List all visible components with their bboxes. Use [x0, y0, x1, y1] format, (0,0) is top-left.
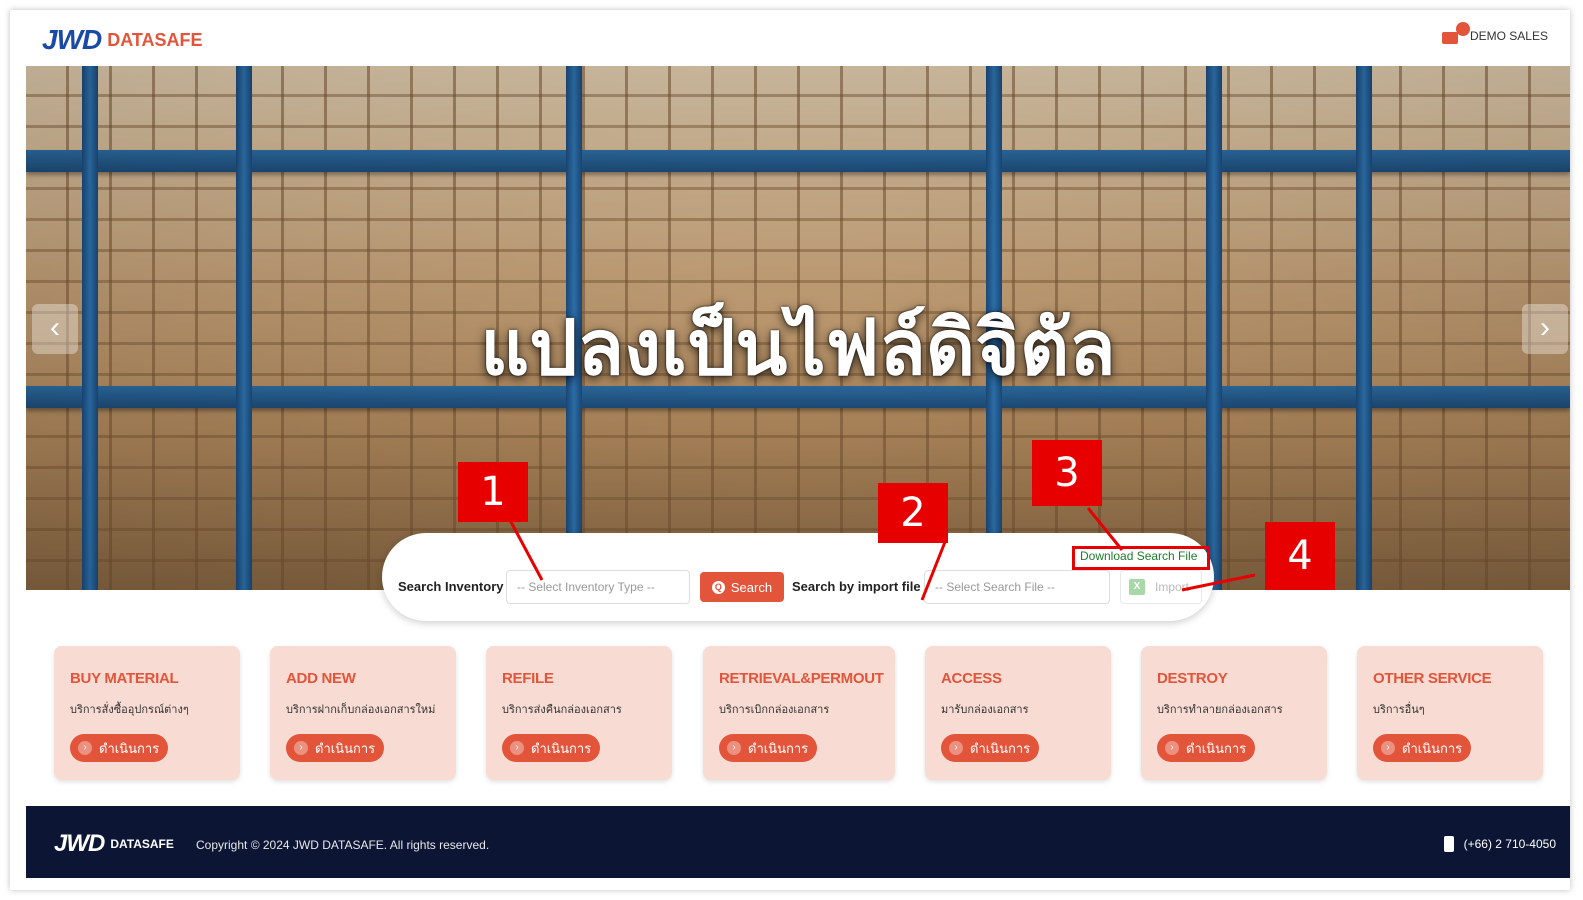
- card-action-button[interactable]: › ดำเนินการ: [502, 734, 600, 762]
- inventory-type-select[interactable]: -- Select Inventory Type --: [506, 570, 690, 604]
- search-icon: Q: [711, 580, 725, 594]
- contact-phone[interactable]: (+66) 2 710-4050: [1443, 836, 1556, 852]
- card-description: บริการเบิกกล่องเอกสาร: [719, 704, 830, 716]
- chevron-right-icon: ›: [510, 741, 524, 755]
- import-button[interactable]: X Import: [1120, 570, 1202, 604]
- search-by-import-label: Search by import file: [792, 579, 921, 594]
- footer-logo-text: DATASAFE: [110, 837, 174, 851]
- annotation-number-3: 3: [1032, 440, 1102, 506]
- user-menu[interactable]: DEMO SALES: [1440, 22, 1548, 46]
- hero-headline: แปลงเป็นไฟล์ดิจิตัล: [480, 303, 1116, 392]
- chevron-right-icon: ›: [294, 741, 308, 755]
- top-header: JWD DATASAFE DEMO SALES: [10, 10, 1570, 66]
- copyright-text: Copyright © 2024 JWD DATASAFE. All right…: [196, 838, 490, 852]
- chevron-right-icon: ›: [1381, 741, 1395, 755]
- card-title: ACCESS: [941, 670, 1002, 687]
- annotation-number-2: 2: [878, 483, 948, 543]
- page-frame: JWD DATASAFE DEMO SALES แปลงเป็นไฟล์ดิจิ…: [10, 10, 1570, 890]
- logo-text: DATASAFE: [107, 29, 203, 50]
- logo-mark: JWD: [42, 24, 102, 55]
- card-action-label: ดำเนินการ: [531, 740, 592, 756]
- search-inventory-label: Search Inventory: [398, 579, 504, 594]
- card-title: ADD NEW: [286, 670, 356, 687]
- service-card-refile: REFILE บริการส่งคืนกล่องเอกสาร › ดำเนินกา…: [486, 646, 672, 780]
- card-action-button[interactable]: › ดำเนินการ: [941, 734, 1039, 762]
- card-action-label: ดำเนินการ: [970, 740, 1031, 756]
- import-button-label: Import: [1155, 580, 1190, 594]
- card-action-button[interactable]: › ดำเนินการ: [70, 734, 168, 762]
- service-card-other-service: OTHER SERVICE บริการอื่นๆ › ดำเนินการ: [1357, 646, 1543, 780]
- chevron-right-icon: ›: [1165, 741, 1179, 755]
- card-description: บริการฝากเก็บกล่องเอกสารใหม่: [286, 704, 436, 716]
- chevron-right-icon: ›: [949, 741, 963, 755]
- card-title: BUY MATERIAL: [70, 670, 179, 687]
- card-title: DESTROY: [1157, 670, 1228, 687]
- service-card-add-new: ADD NEW บริการฝากเก็บกล่องเอกสารใหม่ › ดำ…: [270, 646, 456, 780]
- service-card-retrieval: RETRIEVAL&PERMOUT บริการเบิกกล่องเอกสาร …: [703, 646, 895, 780]
- phone-number: (+66) 2 710-4050: [1463, 837, 1556, 851]
- cart-icon[interactable]: [1440, 22, 1470, 46]
- card-action-label: ดำเนินการ: [1402, 740, 1463, 756]
- chevron-right-icon: ›: [78, 741, 92, 755]
- page-footer: JWD DATASAFE Copyright © 2024 JWD DATASA…: [26, 806, 1570, 878]
- card-action-label: ดำเนินการ: [748, 740, 809, 756]
- card-description: บริการอื่นๆ: [1373, 704, 1425, 716]
- footer-logo-mark: JWD: [54, 830, 105, 857]
- card-title: RETRIEVAL&PERMOUT: [719, 670, 884, 687]
- cart-body: [1441, 32, 1458, 44]
- card-description: บริการสั่งซื้ออุปกรณ์ต่างๆ: [70, 704, 189, 716]
- card-description: มารับกล่องเอกสาร: [941, 704, 1029, 716]
- service-card-destroy: DESTROY บริการทำลายกล่องเอกสาร › ดำเนินกา…: [1141, 646, 1327, 780]
- annotation-highlight-download: [1072, 546, 1210, 570]
- card-action-button[interactable]: › ดำเนินการ: [1373, 734, 1471, 762]
- search-file-select[interactable]: -- Select Search File --: [924, 570, 1110, 604]
- hero-banner: แปลงเป็นไฟล์ดิจิตัล ‹ ›: [26, 66, 1570, 590]
- annotation-number-4: 4: [1265, 522, 1335, 590]
- card-action-label: ดำเนินการ: [1186, 740, 1247, 756]
- service-cards: BUY MATERIAL บริการสั่งซื้ออุปกรณ์ต่างๆ …: [54, 646, 1554, 782]
- footer-logo[interactable]: JWD DATASAFE: [54, 830, 174, 858]
- card-action-button[interactable]: › ดำเนินการ: [286, 734, 384, 762]
- service-card-access: ACCESS มารับกล่องเอกสาร › ดำเนินการ: [925, 646, 1111, 780]
- card-action-button[interactable]: › ดำเนินการ: [1157, 734, 1255, 762]
- card-description: บริการส่งคืนกล่องเอกสาร: [502, 704, 622, 716]
- search-button[interactable]: Q Search: [700, 572, 784, 602]
- chevron-right-icon: ›: [727, 741, 741, 755]
- card-description: บริการทำลายกล่องเอกสาร: [1157, 704, 1283, 716]
- service-card-buy-material: BUY MATERIAL บริการสั่งซื้ออุปกรณ์ต่างๆ …: [54, 646, 240, 780]
- excel-icon: X: [1129, 579, 1145, 595]
- carousel-next-button[interactable]: ›: [1522, 304, 1568, 354]
- annotation-number-1: 1: [458, 462, 528, 522]
- phone-icon: [1443, 836, 1454, 852]
- card-action-button[interactable]: › ดำเนินการ: [719, 734, 817, 762]
- card-title: OTHER SERVICE: [1373, 670, 1492, 687]
- card-action-label: ดำเนินการ: [99, 740, 160, 756]
- card-title: REFILE: [502, 670, 554, 687]
- search-button-label: Search: [730, 579, 773, 595]
- brand-logo[interactable]: JWD DATASAFE: [42, 24, 203, 56]
- user-name[interactable]: DEMO SALES: [1470, 29, 1548, 43]
- card-action-label: ดำเนินการ: [315, 740, 376, 756]
- cart-badge: [1455, 22, 1470, 36]
- carousel-prev-button[interactable]: ‹: [32, 304, 78, 354]
